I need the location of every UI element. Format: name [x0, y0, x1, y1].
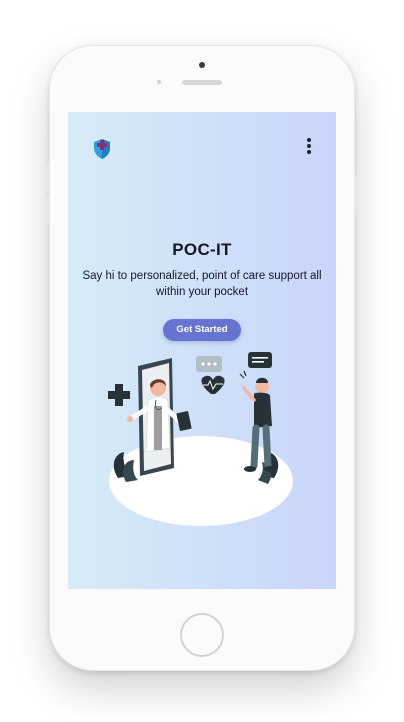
- front-camera: [199, 62, 205, 68]
- power-button: [355, 175, 358, 215]
- app-title: POC-IT: [172, 240, 232, 259]
- telehealth-illustration: [108, 352, 293, 526]
- get-started-button[interactable]: Get Started: [163, 319, 241, 341]
- volume-button: [46, 197, 49, 223]
- shield-cross-icon: [94, 139, 110, 159]
- volume-button: [46, 165, 49, 191]
- earpiece-speaker: [182, 80, 222, 85]
- app-screen: POC-IT Say hi to personalized, point of …: [68, 112, 336, 589]
- more-vertical-icon[interactable]: [304, 138, 314, 156]
- app-subtitle: Say hi to personalized, point of care su…: [82, 270, 322, 298]
- proximity-sensor: [157, 80, 161, 84]
- home-button[interactable]: [180, 613, 224, 657]
